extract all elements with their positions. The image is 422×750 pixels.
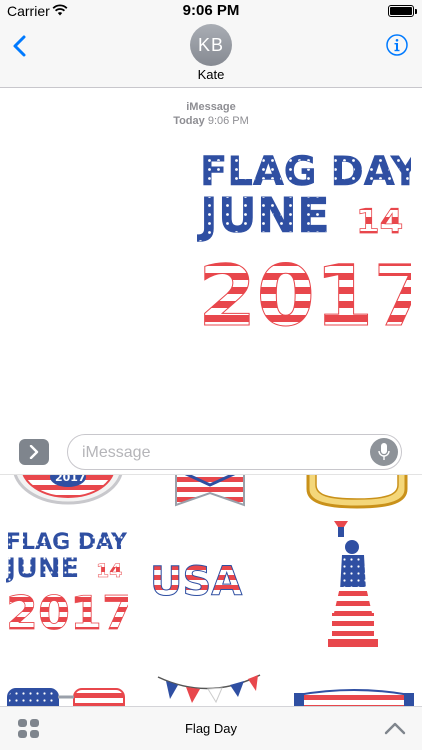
- chevron-up-icon[interactable]: [384, 721, 406, 735]
- back-chevron-icon[interactable]: [10, 34, 30, 58]
- microphone-icon: [378, 443, 390, 460]
- sticker-drawer: 2017 FLAG DAY JUNE 14 2017 USA: [0, 474, 422, 706]
- sticker-day: 14: [356, 202, 403, 242]
- microphone-button[interactable]: [370, 438, 398, 466]
- usa-text: USA: [150, 559, 242, 605]
- conversation-header: KB Kate: [0, 22, 422, 88]
- message-thread: iMessage Today 9:06 PM FLAG DAY JUNE 14 …: [0, 89, 422, 429]
- composer-bar: iMessage: [0, 430, 422, 474]
- contact-name[interactable]: Kate: [0, 67, 422, 82]
- app-name-label: Flag Day: [184, 721, 238, 736]
- drawer-sticker-line1: FLAG DAY: [6, 530, 128, 555]
- badge-year: 2017: [55, 474, 86, 484]
- drawer-sticker-day: 14: [96, 560, 122, 582]
- timestamp-day: Today: [173, 115, 205, 127]
- apps-toggle-button[interactable]: [19, 439, 49, 465]
- service-label: iMessage: [186, 101, 236, 113]
- sticker-usa[interactable]: USA: [148, 555, 262, 606]
- sticker-glasses[interactable]: [6, 683, 126, 706]
- chevron-right-icon: [29, 445, 39, 459]
- sticker-line2: JUNE: [197, 188, 330, 244]
- status-bar: Carrier 9:06 PM: [0, 0, 422, 22]
- sticker-badge-2017[interactable]: 2017: [8, 474, 128, 515]
- status-time: 9:06 PM: [182, 2, 240, 19]
- sticker-frame[interactable]: [302, 474, 412, 509]
- sticker-flag-day-2017[interactable]: FLAG DAY JUNE 14 2017: [6, 527, 128, 637]
- flag-day-sticker-message[interactable]: FLAG DAY JUNE 14 2017: [196, 147, 411, 337]
- sticker-year: 2017: [198, 247, 411, 337]
- message-input[interactable]: iMessage: [67, 434, 402, 470]
- message-input-placeholder: iMessage: [82, 444, 151, 461]
- drawer-sticker-line2: JUNE: [6, 553, 79, 584]
- sticker-statue-of-liberty[interactable]: [320, 521, 392, 649]
- battery-icon: [388, 5, 417, 17]
- app-drawer-bar: Flag Day: [0, 706, 422, 750]
- timestamp-time: 9:06 PM: [207, 115, 249, 127]
- drawer-sticker-year: 2017: [6, 586, 128, 637]
- info-icon[interactable]: [386, 34, 408, 56]
- sticker-ribbon[interactable]: [170, 474, 250, 515]
- sticker-bunting[interactable]: [156, 671, 262, 706]
- sticker-banner[interactable]: [294, 685, 414, 706]
- message-timestamp: Today 9:06 PM: [0, 115, 422, 127]
- contact-avatar[interactable]: KB: [190, 24, 232, 66]
